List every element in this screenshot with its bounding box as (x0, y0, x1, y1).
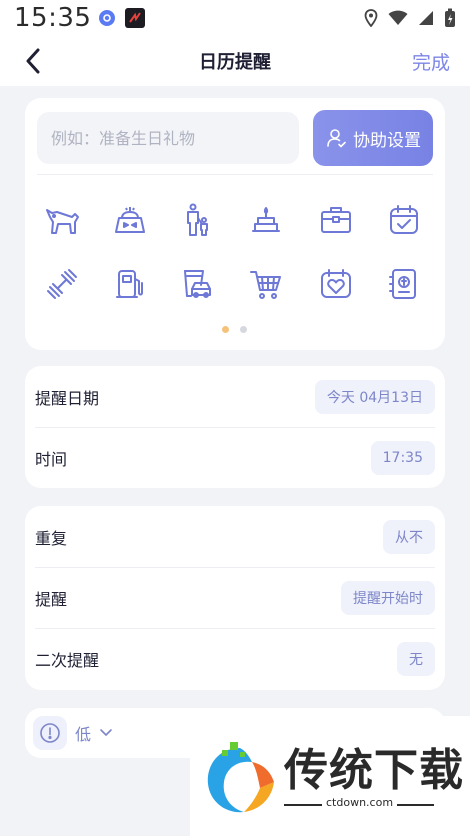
back-button[interactable] (18, 46, 48, 76)
reminder-label: 提醒 (35, 589, 68, 609)
priority-value: 低 (75, 725, 92, 744)
dumbbell-icon[interactable] (42, 264, 82, 304)
repeat-label: 重复 (35, 528, 68, 548)
watermark-url: ctdown.com (322, 796, 398, 809)
birthday-gift-icon[interactable] (110, 200, 150, 240)
watermark-logo (207, 742, 274, 813)
options-card: 重复 从不 提醒 提醒开始时 二次提醒 无 (25, 506, 445, 690)
divider (37, 174, 433, 175)
status-bar: 15:35 (0, 0, 470, 36)
second-reminder-label: 二次提醒 (35, 650, 100, 670)
anniversary-heart-icon[interactable] (316, 264, 356, 304)
reminder-row[interactable]: 提醒 提醒开始时 (25, 567, 445, 628)
assist-settings-label: 协助设置 (353, 130, 421, 151)
priority-badge (33, 716, 67, 750)
user-assist-icon (327, 129, 346, 148)
assist-settings-button[interactable]: 协助设置 (313, 110, 433, 166)
schedule-card: 提醒日期 今天 04月13日 时间 17:35 (25, 366, 445, 488)
repeat-value[interactable]: 从不 (383, 519, 435, 554)
priority-selector[interactable]: 低 (33, 716, 113, 750)
watermark: 传统下载 ctdown.com (190, 716, 470, 836)
location-icon (364, 9, 378, 27)
reminder-date-row[interactable]: 提醒日期 今天 04月13日 (25, 366, 445, 427)
calendar-check-icon[interactable] (384, 200, 424, 240)
header: 日历提醒 完成 (0, 36, 470, 86)
event-card: 协助设置 (25, 98, 445, 350)
passbook-icon[interactable] (384, 264, 424, 304)
reminder-time-value[interactable]: 17:35 (370, 440, 435, 475)
car-wash-icon[interactable] (178, 264, 218, 304)
reminder-time-row[interactable]: 时间 17:35 (25, 427, 445, 488)
alert-circle-icon (40, 723, 60, 743)
cake-icon[interactable] (246, 200, 286, 240)
repeat-row[interactable]: 重复 从不 (25, 506, 445, 567)
fuel-pump-icon[interactable] (110, 264, 150, 304)
event-title-input[interactable] (37, 112, 299, 164)
reminder-date-label: 提醒日期 (35, 388, 100, 408)
reminder-time-label: 时间 (35, 449, 68, 469)
page-indicator-dot (222, 326, 229, 333)
briefcase-icon[interactable] (316, 200, 356, 240)
watermark-brand: 传统下载 (284, 745, 464, 796)
battery-icon (445, 8, 455, 27)
wifi-icon (388, 10, 408, 25)
page-indicator-dot (240, 326, 247, 333)
chevron-down-icon (100, 729, 112, 736)
family-icon[interactable] (178, 200, 218, 240)
reminder-value[interactable]: 提醒开始时 (341, 580, 435, 615)
status-indicators (364, 8, 456, 28)
page-title: 日历提醒 (199, 52, 271, 73)
shopping-cart-icon[interactable] (246, 264, 286, 304)
second-reminder-value[interactable]: 无 (397, 641, 435, 676)
done-button[interactable]: 完成 (412, 48, 450, 75)
dog-icon[interactable] (42, 200, 82, 240)
notification-app-icon (99, 10, 116, 26)
status-time: 15:35 (14, 3, 92, 33)
reminder-date-value[interactable]: 今天 04月13日 (314, 379, 435, 414)
chevron-left-icon (26, 48, 40, 74)
signal-icon (419, 11, 433, 25)
notification-app2-icon (125, 8, 146, 28)
second-reminder-row[interactable]: 二次提醒 无 (25, 628, 445, 689)
